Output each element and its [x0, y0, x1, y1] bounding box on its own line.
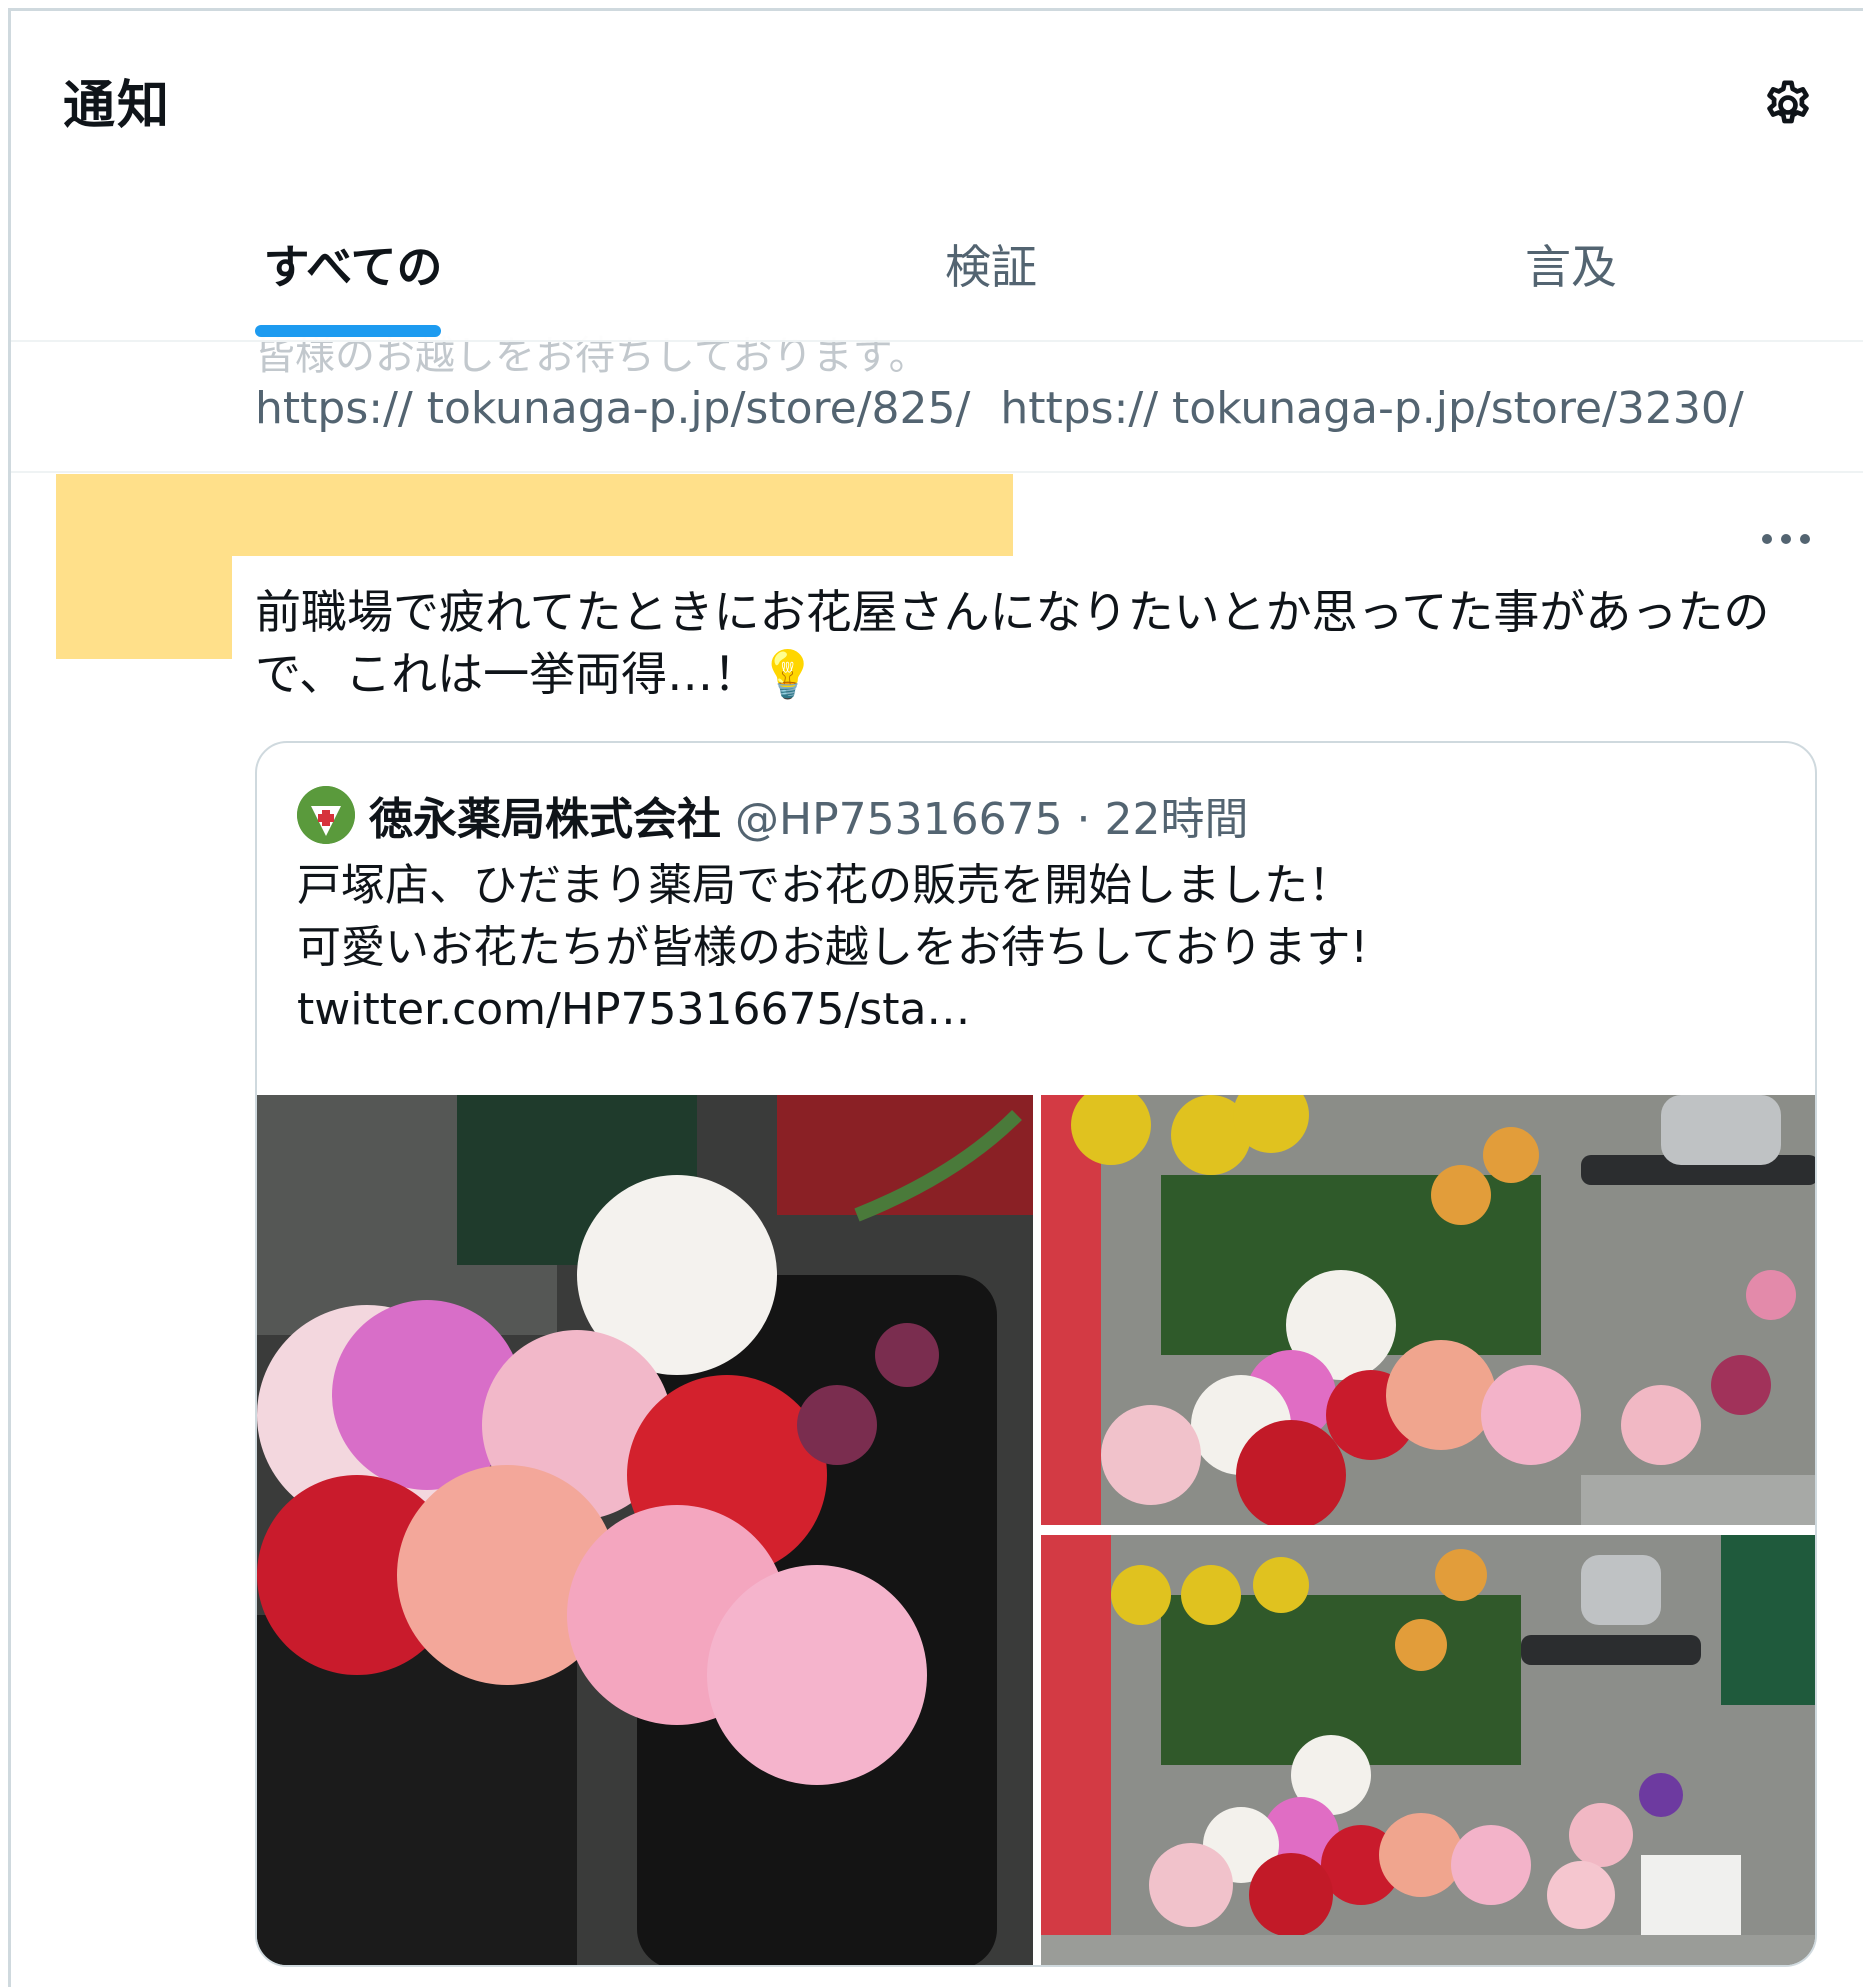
tweet-text: 前職場で疲れてたときにお花屋さんになりたいとか思ってた事があったの で、これは一…	[255, 581, 1815, 705]
gear-icon	[1767, 80, 1809, 124]
quote-link[interactable]: twitter.com/HP75316675/sta…	[297, 979, 1777, 1041]
header-border	[11, 340, 1863, 342]
notification-tabs: すべての 検証 言及	[11, 201, 1863, 341]
quote-avatar[interactable]	[297, 786, 355, 844]
flower-buckets-photo-1[interactable]	[1041, 1095, 1815, 1525]
tab-verified[interactable]: 検証	[911, 201, 1071, 341]
quote-handle-time: @HP75316675 · 22時間	[735, 794, 1249, 845]
tab-mentions-label: 言及	[1525, 240, 1617, 294]
pharmacy-logo-icon	[297, 786, 355, 844]
quote-text-line-1: 戸塚店、ひだまり薬局でお花の販売を開始しました！	[297, 860, 1353, 911]
photo-grid	[257, 1095, 1815, 1965]
tab-verified-label: 検証	[945, 240, 1037, 294]
active-tab-indicator	[255, 325, 441, 337]
store-link-3230[interactable]: https:// tokunaga-p.jp/store/3230/	[1000, 383, 1743, 434]
tab-all[interactable]: すべての	[255, 201, 451, 341]
quote-tweet-header: 徳永薬局株式会社 @HP75316675 · 22時間	[297, 785, 1249, 845]
notifications-panel: 皆様のお越しをお待ちしております。 https:// tokunaga-p.jp…	[8, 8, 1863, 1987]
tweet-text-line-1: 前職場で疲れてたときにお花屋さんになりたいとか思ってた事があったの	[255, 585, 1770, 639]
more-button[interactable]	[1756, 519, 1816, 559]
quote-text-line-2: 可愛いお花たちが皆様のお越しをお待ちしております!	[297, 922, 1368, 973]
tab-mentions[interactable]: 言及	[1491, 201, 1651, 341]
tab-all-label: すべての	[263, 240, 443, 294]
more-horizontal-icon	[1762, 534, 1810, 544]
quote-author-name: 徳永薬局株式会社	[369, 794, 721, 845]
tweet-divider	[11, 471, 1863, 473]
settings-button[interactable]	[1756, 73, 1820, 137]
carnation-bouquet-photo[interactable]	[257, 1095, 1033, 1965]
previous-tweet-links: https:// tokunaga-p.jp/store/825/ https:…	[255, 383, 1760, 434]
redacted-user-info	[56, 474, 1013, 556]
quote-tweet-card[interactable]: 徳永薬局株式会社 @HP75316675 · 22時間 戸塚店、ひだまり薬局でお…	[255, 741, 1817, 1967]
quote-tweet-body: 戸塚店、ひだまり薬局でお花の販売を開始しました！ 可愛いお花たちが皆様のお越しを…	[297, 855, 1777, 1041]
flower-buckets-photo-2[interactable]	[1041, 1535, 1815, 1965]
notifications-header: 通知 すべての 検証 言及	[11, 11, 1863, 342]
store-link-825[interactable]: https:// tokunaga-p.jp/store/825/	[255, 383, 970, 434]
redacted-avatar	[56, 556, 232, 659]
tweet-text-line-2: で、これは一挙両得…！💡	[255, 647, 817, 701]
page-title: 通知	[63, 76, 172, 136]
